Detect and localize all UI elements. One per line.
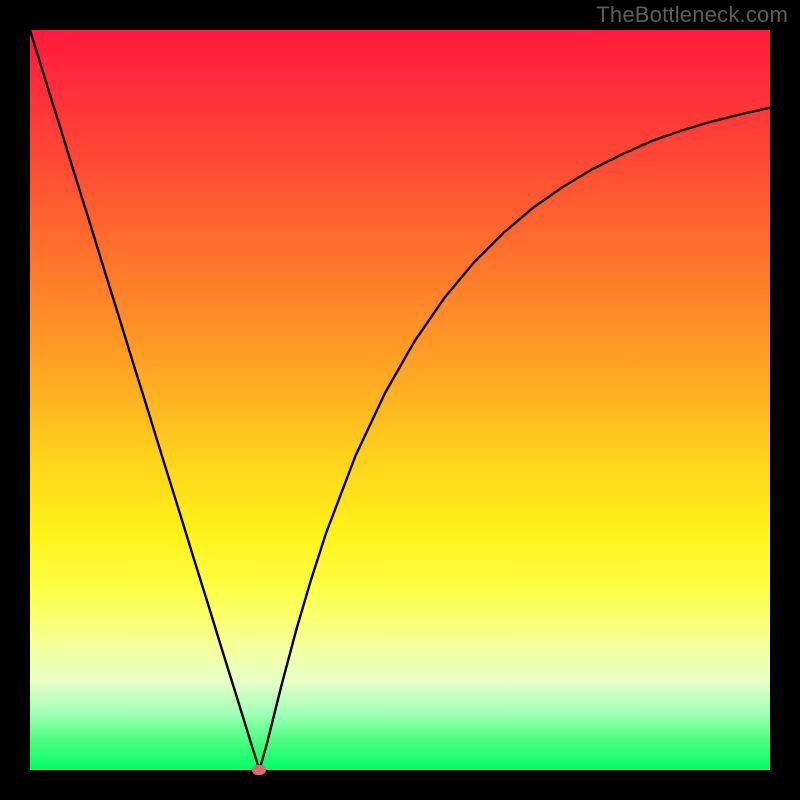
watermark-text: TheBottleneck.com	[596, 2, 788, 28]
chart-frame: TheBottleneck.com	[0, 0, 800, 800]
minimum-marker	[252, 765, 266, 775]
bottleneck-curve	[30, 30, 770, 770]
plot-area	[30, 30, 770, 770]
